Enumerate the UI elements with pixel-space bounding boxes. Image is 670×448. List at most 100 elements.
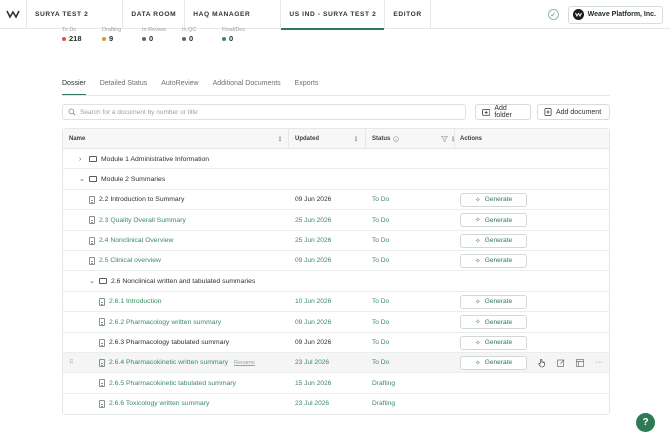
status-dot-icon (222, 36, 226, 41)
document-name[interactable]: 2.2 Introduction to Summary (99, 196, 184, 203)
status-label: To Do (372, 339, 390, 347)
table-row[interactable]: 2.2 Introduction to Summary 09 Jun 2026 … (63, 190, 609, 211)
stat-value: 9 (109, 34, 114, 43)
generate-label: Generate (484, 196, 513, 204)
status-label: To Do (372, 196, 390, 204)
chevron-down-icon[interactable]: ⌄ (79, 175, 87, 183)
updated-date: 25 Jun 2026 (295, 237, 332, 245)
generate-button[interactable]: ✧ Generate (460, 355, 527, 370)
app-logo-icon[interactable] (0, 0, 26, 29)
generate-button[interactable]: ✧ Generate (460, 192, 527, 207)
updated-date: 09 Jun 2026 (295, 257, 332, 265)
generate-button[interactable]: ✧ Generate (460, 213, 527, 228)
document-name[interactable]: 2.6.4 Pharmacokinetic written summary (109, 359, 228, 366)
tab-dossier[interactable]: Dossier (62, 80, 86, 95)
document-name[interactable]: 2.3 Quality Overall Summary (99, 217, 186, 224)
status-label: Drafting (372, 379, 396, 387)
chevron-right-icon[interactable]: › (79, 156, 87, 163)
rename-link[interactable]: Rename (234, 360, 255, 366)
table-row[interactable]: › Module 1 Administrative Information (63, 149, 609, 170)
tab-additional-documents[interactable]: Additional Documents (213, 80, 281, 94)
help-button[interactable]: ? (636, 413, 655, 432)
tab-exports[interactable]: Exports (295, 80, 319, 94)
document-icon (99, 318, 105, 327)
tab-autoreview[interactable]: AutoReview (161, 80, 198, 94)
chevron-down-icon[interactable]: ⌄ (89, 277, 97, 285)
table-row[interactable]: ⠿ 2.6.4 Pharmacokinetic written summary … (63, 352, 609, 374)
column-header-status[interactable]: Status (372, 129, 400, 149)
more-options-icon[interactable]: ··· (595, 359, 603, 367)
generate-button[interactable]: ✧ Generate (460, 233, 527, 248)
top-nav: SURYA TEST 2 DATA ROOM HAQ MANAGER US IN… (0, 0, 670, 30)
status-label: To Do (372, 237, 390, 245)
table-row[interactable]: 2.3 Quality Overall Summary 25 Jun 2026 … (63, 210, 609, 231)
add-folder-label: Add folder (494, 105, 512, 119)
folder-name[interactable]: Module 2 Summaries (101, 176, 165, 183)
updated-date: 09 Jun 2026 (295, 339, 332, 347)
nav-item-data-room[interactable]: DATA ROOM (123, 0, 184, 29)
column-header-updated[interactable]: Updated (295, 129, 319, 149)
generate-label: Generate (484, 318, 513, 326)
table-row[interactable]: 2.6.3 Pharmacology tabulated summary 09 … (63, 333, 609, 353)
folder-name[interactable]: Module 1 Administrative Information (101, 156, 209, 163)
table-row[interactable]: 2.6.5 Pharmacokinetic tabulated summary … (63, 373, 609, 394)
document-icon (99, 358, 105, 367)
table-row[interactable]: 2.4 Nonclinical Overview 25 Jun 2026 To … (63, 231, 609, 251)
status-label: To Do (372, 359, 390, 367)
nav-item-project[interactable]: SURYA TEST 2 (27, 0, 122, 29)
nav-item-submission[interactable]: US IND - SURYA TEST 2 (281, 0, 385, 30)
column-header-name[interactable]: Name (69, 129, 85, 149)
stat-label: Final/Doc (222, 27, 246, 33)
generate-label: Generate (484, 257, 513, 265)
generate-button[interactable]: ✧ Generate (460, 315, 527, 330)
drag-handle-icon[interactable]: ⠿ (69, 353, 73, 373)
document-name[interactable]: 2.6.2 Pharmacology written summary (109, 319, 221, 326)
generate-label: Generate (484, 339, 513, 347)
generate-button[interactable]: ✧ Generate (460, 253, 527, 268)
add-folder-button[interactable]: Add folder (475, 104, 531, 120)
updated-date: 23 Jul 2026 (295, 400, 330, 408)
document-name[interactable]: 2.6.5 Pharmacokinetic tabulated summary (109, 380, 236, 387)
column-menu-icon[interactable]: ⋮ (450, 129, 456, 149)
document-name[interactable]: 2.6.1 Introduction (109, 298, 162, 305)
status-dot-icon (62, 36, 66, 41)
table-row[interactable]: ⌄ 2.6 Nonclinical written and tabulated … (63, 271, 609, 292)
stat-label: In QC (182, 27, 197, 33)
table-row[interactable]: 2.6.6 Toxicology written summary 23 Jul … (63, 394, 609, 414)
table-row[interactable]: 2.6.2 Pharmacology written summary 09 Ju… (63, 312, 609, 333)
folder-open-icon (89, 176, 97, 183)
add-document-button[interactable]: Add document (537, 104, 610, 120)
add-document-icon (544, 108, 552, 116)
info-icon[interactable] (393, 136, 400, 142)
document-name[interactable]: 2.5 Clinical overview (99, 257, 161, 264)
stat-value: 0 (229, 34, 234, 43)
column-menu-icon[interactable]: ⋮ (277, 129, 283, 149)
document-icon (89, 195, 95, 204)
search-input[interactable] (80, 108, 450, 116)
tab-detailed-status[interactable]: Detailed Status (100, 80, 147, 94)
table-row[interactable]: 2.6.1 Introduction 10 Jun 2026 To Do ✧ Ge… (63, 292, 609, 313)
folder-name[interactable]: 2.6 Nonclinical written and tabulated su… (111, 278, 255, 285)
document-name[interactable]: 2.6.3 Pharmacology tabulated summary (109, 339, 229, 346)
filter-icon[interactable] (441, 129, 448, 149)
nav-item-haq-manager[interactable]: HAQ MANAGER (185, 0, 280, 29)
folder-open-icon (99, 278, 107, 285)
generate-button[interactable]: ✧ Generate (460, 335, 527, 350)
dossier-table: Name ⋮ Updated ⋮ Status ⋮ Actions › Modu… (62, 128, 610, 416)
org-switcher-button[interactable]: Weave Platform, Inc. (567, 5, 663, 24)
table-row[interactable]: 2.5 Clinical overview 09 Jun 2026 To Do … (63, 251, 609, 272)
search-icon (68, 108, 76, 116)
status-label: To Do (372, 318, 390, 326)
edit-icon[interactable] (557, 359, 565, 367)
document-name[interactable]: 2.4 Nonclinical Overview (99, 237, 173, 244)
updated-date: 10 Jun 2026 (295, 298, 332, 306)
column-menu-icon[interactable]: ⋮ (353, 129, 359, 149)
generate-button[interactable]: ✧ Generate (460, 294, 527, 309)
generate-label: Generate (484, 237, 513, 245)
document-name[interactable]: 2.6.6 Toxicology written summary (109, 400, 209, 407)
preview-icon[interactable] (576, 359, 584, 367)
table-row[interactable]: ⌄ Module 2 Summaries (63, 169, 609, 190)
nav-item-editor[interactable]: EDITOR (385, 0, 429, 29)
sync-status-icon[interactable]: ✓ (547, 9, 559, 20)
sparkle-icon: ✧ (474, 196, 481, 204)
